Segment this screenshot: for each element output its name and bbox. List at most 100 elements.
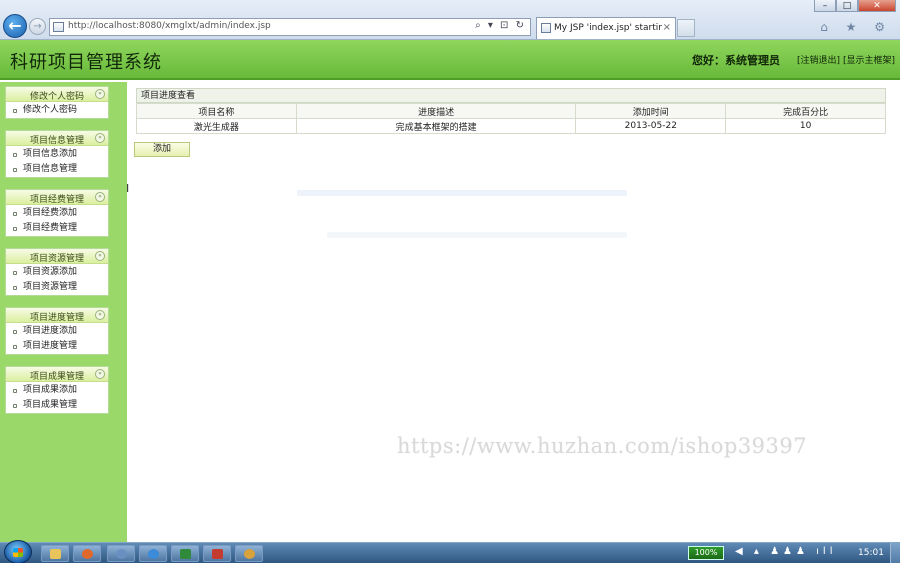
menu-group-title: 项目成果管理 <box>29 372 84 382</box>
menu-group-header[interactable]: 项目进度管理 « <box>6 308 108 323</box>
bullet-icon <box>13 389 17 393</box>
misc-icon <box>244 549 255 559</box>
browser-tab[interactable]: My JSP 'index.jsp' startin... × <box>536 17 676 39</box>
bullet-icon <box>13 212 17 216</box>
menu-group-title: 项目经费管理 <box>29 195 84 205</box>
menu-group-title: 项目进度管理 <box>29 313 84 323</box>
close-window-button[interactable]: ✕ <box>858 0 896 12</box>
logout-link[interactable]: [注销退出] <box>797 53 840 66</box>
sidebar-item-label: 项目成果添加 <box>23 385 78 395</box>
menu-group-project-progress: 项目进度管理 « 项目进度添加 项目进度管理 <box>5 307 109 355</box>
collapse-icon[interactable]: « <box>95 251 105 261</box>
sidebar-item-progress-add[interactable]: 项目进度添加 <box>6 324 108 339</box>
sidebar-item-label: 项目经费添加 <box>23 208 78 218</box>
page-icon <box>53 22 64 32</box>
sidebar-item-label: 修改个人密码 <box>23 105 78 115</box>
firefox-icon <box>82 549 93 559</box>
clock[interactable]: 15:01 <box>858 548 884 558</box>
maximize-button[interactable]: □ <box>836 0 858 12</box>
progress-table: 项目名称 进度描述 添加时间 完成百分比 激光生成器 完成基本框架的搭建 201… <box>136 103 886 134</box>
sidebar-item-label: 项目信息管理 <box>23 164 78 174</box>
bullet-icon <box>13 286 17 290</box>
user-greeting: 您好：系统管理员 <box>692 54 780 67</box>
menu-group-project-info: 项目信息管理 « 项目信息添加 项目信息管理 <box>5 130 109 178</box>
browser-chrome: – □ ✕ ← → http://localhost:8080/xmglxt/a… <box>0 0 900 40</box>
bullet-icon <box>13 109 17 113</box>
sidebar-item-funding-add[interactable]: 项目经费添加 <box>6 206 108 221</box>
bullet-icon <box>13 168 17 172</box>
address-url[interactable]: http://localhost:8080/xmglxt/admin/index… <box>68 21 271 31</box>
sidebar-item-results-add[interactable]: 项目成果添加 <box>6 383 108 398</box>
faint-artifact <box>327 232 627 238</box>
battery-indicator[interactable]: 100% <box>688 546 724 560</box>
sidebar-item-label: 项目进度管理 <box>23 341 78 351</box>
taskbar-explorer-button[interactable] <box>41 545 69 562</box>
back-button[interactable]: ← <box>3 14 27 38</box>
taskbar: 100% ◀ ▴ ♟♟♟ ıll 15:01 <box>0 540 900 563</box>
forward-button[interactable]: → <box>29 18 46 35</box>
minimize-button[interactable]: – <box>814 0 836 12</box>
system-tray-icons[interactable]: ◀ ▴ ♟♟♟ ıll <box>735 546 836 557</box>
show-main-frame-link[interactable]: [显示主框架] <box>843 53 895 66</box>
menu-group-header[interactable]: 项目资源管理 « <box>6 249 108 264</box>
collapse-icon[interactable]: « <box>95 133 105 143</box>
tab-close-icon[interactable]: × <box>663 22 671 33</box>
column-header: 项目名称 <box>136 103 297 119</box>
bullet-icon <box>13 227 17 231</box>
sidebar-item-label: 项目成果管理 <box>23 400 78 410</box>
new-tab-button[interactable] <box>677 19 695 37</box>
start-button[interactable] <box>4 540 32 563</box>
sidebar-item-info-manage[interactable]: 项目信息管理 <box>6 162 108 177</box>
bullet-icon <box>13 330 17 334</box>
bullet-icon <box>13 345 17 349</box>
menu-group-title: 项目资源管理 <box>29 254 84 264</box>
menu-group-header[interactable]: 修改个人密码 « <box>6 87 108 102</box>
sidebar-item-info-add[interactable]: 项目信息添加 <box>6 147 108 162</box>
app-icon <box>116 549 127 559</box>
address-bar[interactable]: http://localhost:8080/xmglxt/admin/index… <box>49 18 531 36</box>
tool-icon <box>212 549 223 559</box>
taskbar-misc-button[interactable] <box>235 545 263 562</box>
menu-group-title: 修改个人密码 <box>29 92 84 102</box>
menu-group-title: 项目信息管理 <box>29 136 84 146</box>
taskbar-tool-button[interactable] <box>203 545 231 562</box>
menu-group-project-results: 项目成果管理 « 项目成果添加 项目成果管理 <box>5 366 109 414</box>
taskbar-firefox-button[interactable] <box>73 545 101 562</box>
menu-group-project-resources: 项目资源管理 « 项目资源添加 项目资源管理 <box>5 248 109 296</box>
folder-icon <box>50 549 61 559</box>
sidebar-item-change-password[interactable]: 修改个人密码 <box>6 103 108 118</box>
sidebar-item-label: 项目进度添加 <box>23 326 78 336</box>
window-controls: – □ ✕ <box>814 0 896 12</box>
collapse-icon[interactable]: « <box>95 310 105 320</box>
show-desktop-button[interactable] <box>890 543 900 563</box>
sidebar-item-funding-manage[interactable]: 项目经费管理 <box>6 221 108 236</box>
column-header: 进度描述 <box>295 103 577 119</box>
text-cursor-icon: I <box>126 182 130 195</box>
taskbar-app-button[interactable] <box>107 545 135 562</box>
tab-title: My JSP 'index.jsp' startin... <box>554 23 662 33</box>
taskbar-excel-button[interactable] <box>171 545 199 562</box>
sidebar-item-resource-manage[interactable]: 项目资源管理 <box>6 280 108 295</box>
bullet-icon <box>13 404 17 408</box>
faint-artifact <box>297 190 627 196</box>
bullet-icon <box>13 271 17 275</box>
app-title: 科研项目管理系统 <box>10 52 162 73</box>
home-favorites-tools-icons[interactable]: ⌂ ★ ⚙ <box>820 20 892 34</box>
collapse-icon[interactable]: « <box>95 89 105 99</box>
search-refresh-icons[interactable]: ⌕ ▾ ⊡ ↻ <box>475 20 526 31</box>
sidebar-item-progress-manage[interactable]: 项目进度管理 <box>6 339 108 354</box>
column-header: 完成百分比 <box>725 103 886 119</box>
taskbar-ie-button[interactable] <box>139 545 167 562</box>
tab-page-icon <box>541 23 551 33</box>
ie-icon <box>148 549 159 559</box>
menu-group-header[interactable]: 项目成果管理 « <box>6 367 108 382</box>
watermark: https://www.huzhan.com/ishop39397 <box>397 434 808 458</box>
table-row: 激光生成器 完成基本框架的搭建 2013-05-22 10 <box>136 118 886 134</box>
collapse-icon[interactable]: « <box>95 369 105 379</box>
menu-group-header[interactable]: 项目信息管理 « <box>6 131 108 146</box>
sidebar-item-results-manage[interactable]: 项目成果管理 <box>6 398 108 413</box>
add-button[interactable]: 添加 <box>134 142 190 157</box>
collapse-icon[interactable]: « <box>95 192 105 202</box>
sidebar-item-resource-add[interactable]: 项目资源添加 <box>6 265 108 280</box>
menu-group-header[interactable]: 项目经费管理 « <box>6 190 108 205</box>
